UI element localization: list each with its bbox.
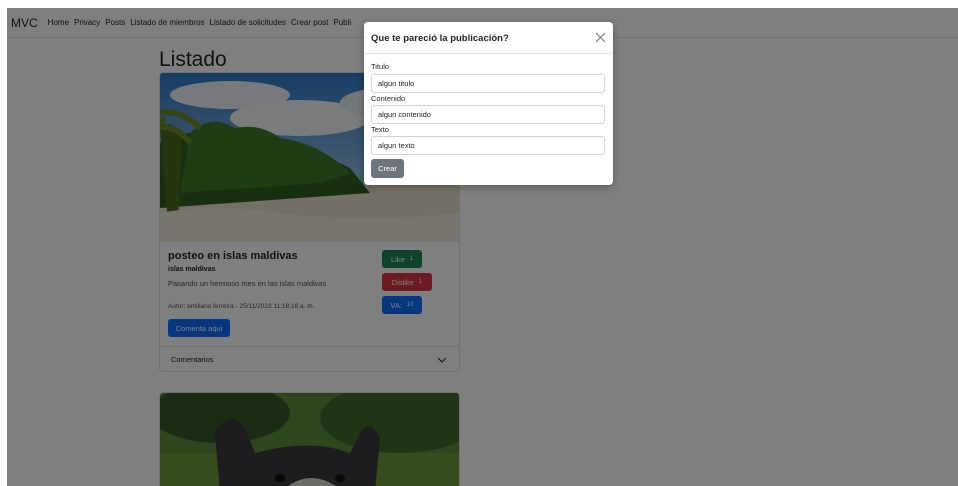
texto-label: Texto bbox=[371, 125, 389, 134]
texto-input[interactable] bbox=[371, 136, 605, 155]
feedback-modal: Que te pareció la publicación? Titulo Co… bbox=[364, 22, 613, 185]
page-margin-left bbox=[0, 0, 7, 486]
titulo-label: Titulo bbox=[371, 62, 390, 71]
page-margin-top bbox=[0, 0, 958, 8]
modal-header: Que te pareció la publicación? bbox=[364, 22, 613, 54]
crear-button[interactable]: Crear bbox=[371, 159, 404, 178]
modal-title: Que te pareció la publicación? bbox=[371, 33, 509, 44]
contenido-label: Contenido bbox=[371, 94, 406, 103]
contenido-input[interactable] bbox=[371, 105, 605, 124]
titulo-input[interactable] bbox=[371, 74, 605, 93]
close-icon[interactable] bbox=[595, 32, 606, 43]
